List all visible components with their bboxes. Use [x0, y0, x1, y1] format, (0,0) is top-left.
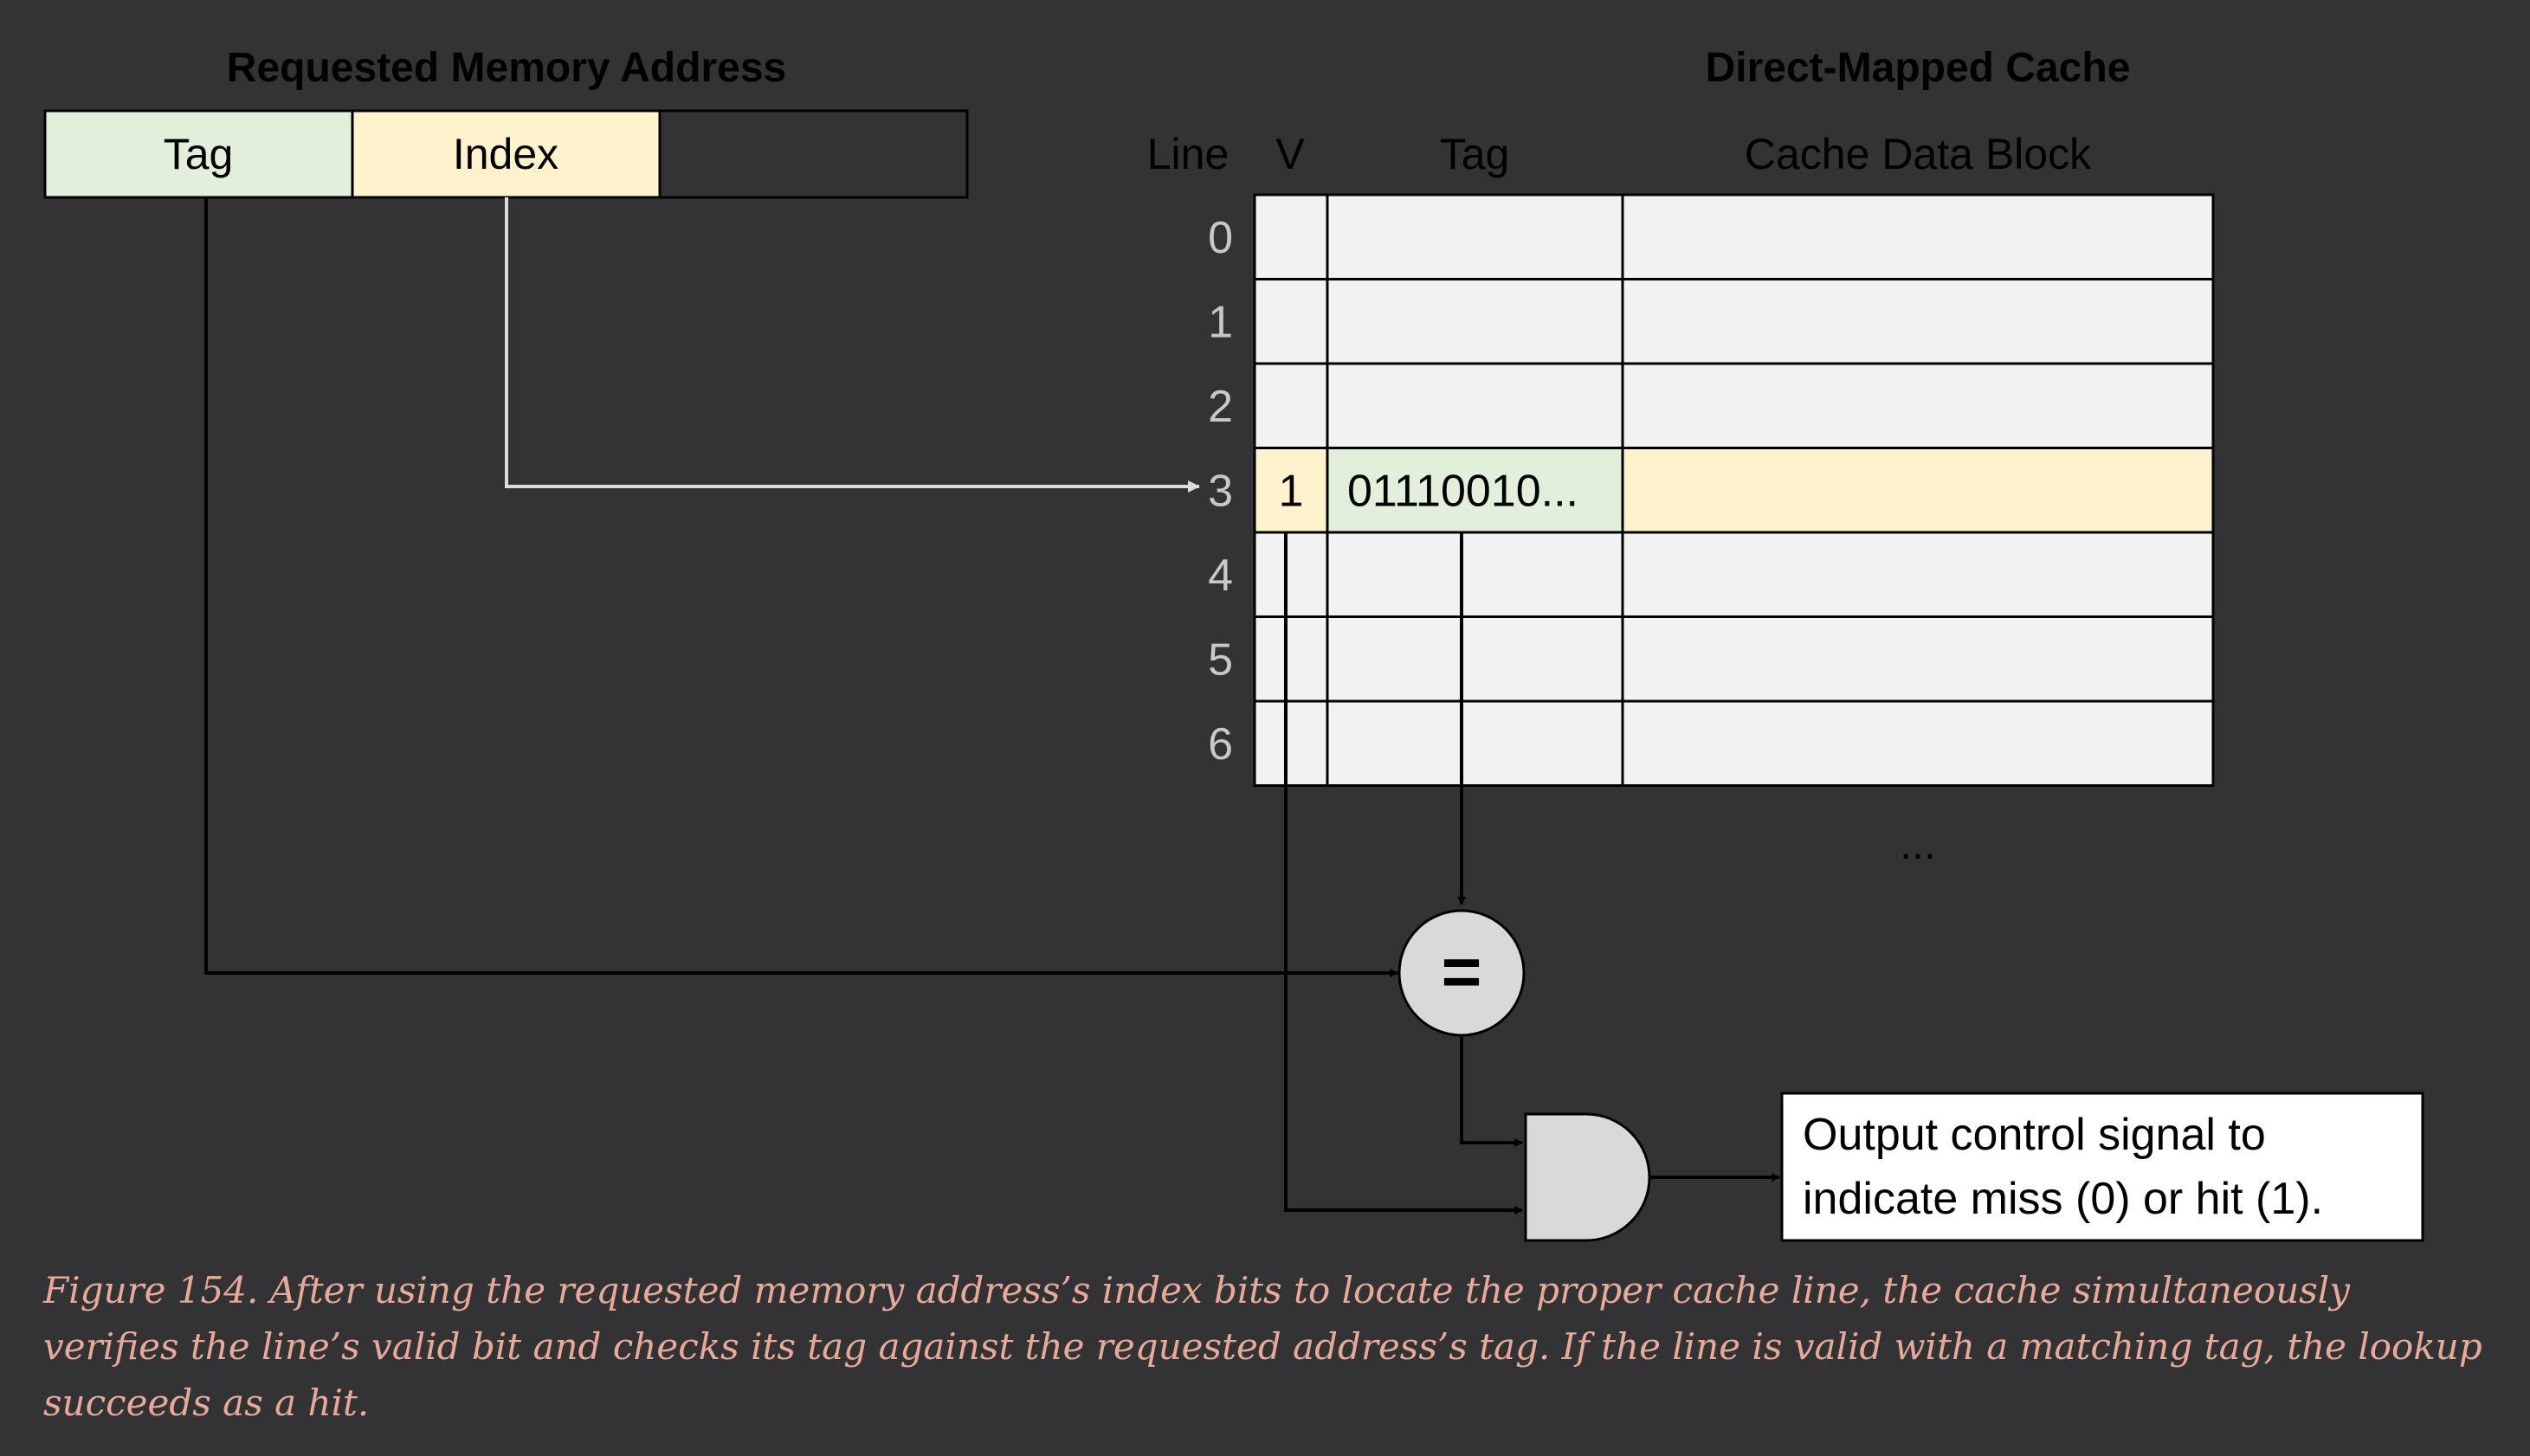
tag-cell — [1326, 193, 1624, 280]
comparator-symbol: = — [1442, 933, 1482, 1010]
cache-row-1: 1 — [1208, 278, 2215, 365]
cache-table: 0123 1 01110010...456 — [1208, 193, 2215, 787]
data-cell — [1621, 699, 2215, 787]
line-number: 1 — [1208, 297, 1233, 347]
index-wire — [505, 197, 1200, 493]
header-data: Cache Data Block — [1745, 130, 2092, 178]
data-cell — [1621, 447, 2215, 534]
tag-cell — [1326, 615, 1624, 703]
valid-cell — [1253, 278, 1329, 365]
valid-cell — [1253, 193, 1329, 280]
line-number: 3 — [1208, 466, 1233, 516]
figure: Requested Memory Address Direct-Mapped C… — [0, 0, 2530, 1456]
cache-row-3: 3 1 01110010... — [1208, 447, 2215, 534]
output-line-1: Output control signal to — [1803, 1110, 2266, 1160]
cache-headers: Line V Tag Cache Data Block — [1147, 130, 2092, 178]
tag-comparator: = — [1397, 909, 1526, 1037]
cache-lookup-diagram: Requested Memory Address Direct-Mapped C… — [43, 45, 2424, 1242]
data-cell — [1621, 193, 2215, 280]
valid-cell — [1253, 699, 1329, 787]
address-title: Requested Memory Address — [227, 45, 786, 91]
line-number: 0 — [1208, 213, 1233, 263]
and-gate-icon — [1524, 1112, 1651, 1242]
data-cell — [1621, 278, 2215, 365]
header-valid: V — [1275, 130, 1305, 178]
figure-caption: Figure 154. After using the requested me… — [43, 1269, 2482, 1424]
address-offset-field — [658, 109, 969, 199]
cache-row-2: 2 — [1208, 362, 2215, 449]
valid-bit: 1 — [1279, 466, 1304, 516]
tag-cell — [1326, 278, 1624, 365]
cache-row-0: 0 — [1208, 193, 2215, 280]
cache-ellipsis: ... — [1900, 820, 1936, 868]
cache-row-5: 5 — [1208, 615, 2215, 703]
address-index-label: Index — [453, 130, 558, 178]
tag-cell — [1326, 362, 1624, 449]
output-line-2: indicate miss (0) or hit (1). — [1803, 1174, 2323, 1224]
line-number: 4 — [1208, 551, 1233, 601]
line-number: 6 — [1208, 719, 1233, 770]
compare-result-wire — [1460, 1037, 1523, 1147]
header-line: Line — [1147, 130, 1230, 178]
cache-row-4: 4 — [1208, 531, 2215, 618]
header-tag: Tag — [1440, 130, 1510, 178]
valid-cell — [1253, 531, 1329, 618]
tag-value: 01110010... — [1347, 466, 1578, 516]
line-number: 2 — [1208, 382, 1233, 432]
data-cell — [1621, 531, 2215, 618]
valid-cell — [1253, 615, 1329, 703]
line-number: 5 — [1208, 635, 1233, 685]
cache-title: Direct-Mapped Cache — [1706, 45, 2131, 91]
tag-cell — [1326, 531, 1624, 618]
address-tag-label: Tag — [164, 130, 234, 178]
data-cell — [1621, 362, 2215, 449]
data-cell — [1621, 615, 2215, 703]
tag-cell — [1326, 699, 1624, 787]
cache-row-6: 6 — [1208, 699, 2215, 787]
valid-cell — [1253, 362, 1329, 449]
output-box: Output control signal to indicate miss (… — [1780, 1092, 2424, 1242]
address-bar: Tag Index — [43, 109, 969, 199]
